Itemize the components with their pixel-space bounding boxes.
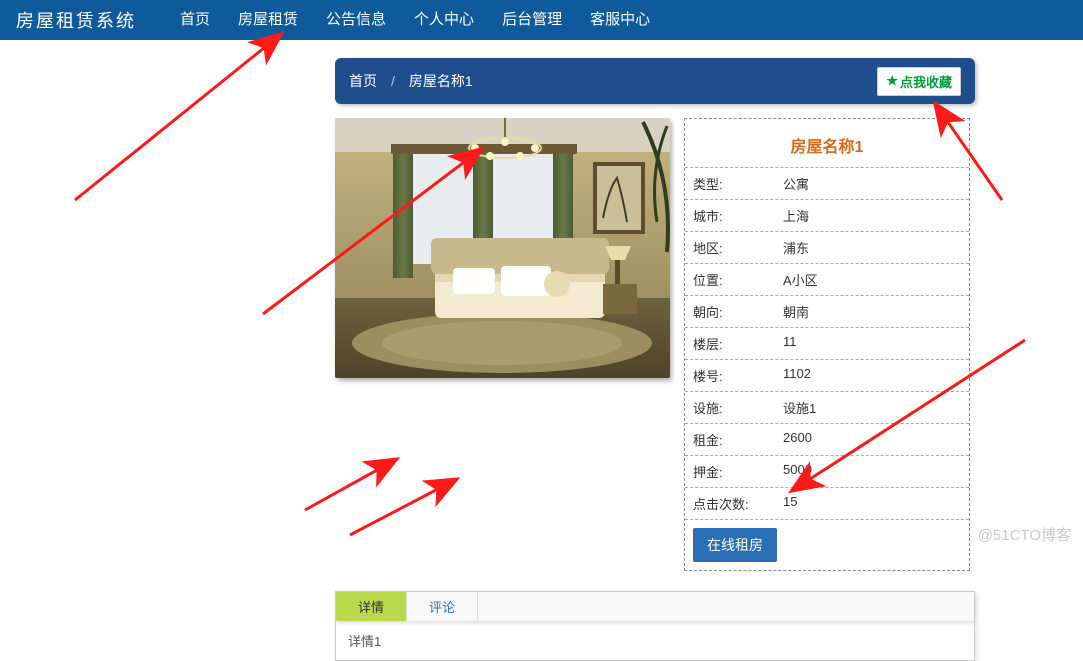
nav-announce[interactable]: 公告信息 [312, 0, 400, 40]
table-row: 楼层:11 [685, 327, 969, 359]
top-nav: 房屋租赁系统 首页 房屋租赁 公告信息 个人中心 后台管理 客服中心 [0, 0, 1083, 40]
nav-profile[interactable]: 个人中心 [400, 0, 488, 40]
table-row: 点击次数:15 [685, 487, 969, 519]
brand-title: 房屋租赁系统 [10, 7, 136, 33]
rent-button[interactable]: 在线租房 [693, 528, 777, 562]
table-row: 地区:浦东 [685, 231, 969, 263]
table-row: 位置:A小区 [685, 263, 969, 295]
watermark: @51CTO博客 [978, 524, 1071, 545]
tab-comment[interactable]: 评论 [407, 592, 478, 621]
nav-items: 首页 房屋租赁 公告信息 个人中心 后台管理 客服中心 [166, 0, 664, 40]
nav-rental[interactable]: 房屋租赁 [224, 0, 312, 40]
nav-support[interactable]: 客服中心 [576, 0, 664, 40]
tab-detail[interactable]: 详情 [336, 592, 407, 621]
favorite-label: 点我收藏 [900, 72, 952, 91]
breadcrumb-home[interactable]: 首页 [349, 71, 377, 91]
favorite-button[interactable]: ★ 点我收藏 [877, 67, 961, 96]
info-table: 房屋名称1 类型:公寓 城市:上海 地区:浦东 位置:A小区 朝向:朝南 楼层:… [684, 118, 970, 571]
table-row: 朝向:朝南 [685, 295, 969, 327]
info-title: 房屋名称1 [685, 119, 969, 167]
table-row: 租金:2600 [685, 423, 969, 455]
breadcrumb-current: 房屋名称1 [409, 71, 473, 91]
main-row: 房屋名称1 类型:公寓 城市:上海 地区:浦东 位置:A小区 朝向:朝南 楼层:… [335, 118, 975, 571]
table-row: 类型:公寓 [685, 167, 969, 199]
table-row: 押金:5000 [685, 455, 969, 487]
table-row: 设施:设施1 [685, 391, 969, 423]
table-row: 楼号:1102 [685, 359, 969, 391]
breadcrumb-sep: / [391, 73, 395, 89]
star-icon: ★ [886, 73, 898, 89]
tabs: 详情 评论 [335, 591, 975, 621]
breadcrumb: 首页 / 房屋名称1 ★ 点我收藏 [335, 58, 975, 104]
tab-body: 详情1 [335, 621, 975, 661]
room-photo [335, 118, 670, 378]
nav-admin[interactable]: 后台管理 [488, 0, 576, 40]
nav-home[interactable]: 首页 [166, 0, 224, 40]
table-row: 城市:上海 [685, 199, 969, 231]
